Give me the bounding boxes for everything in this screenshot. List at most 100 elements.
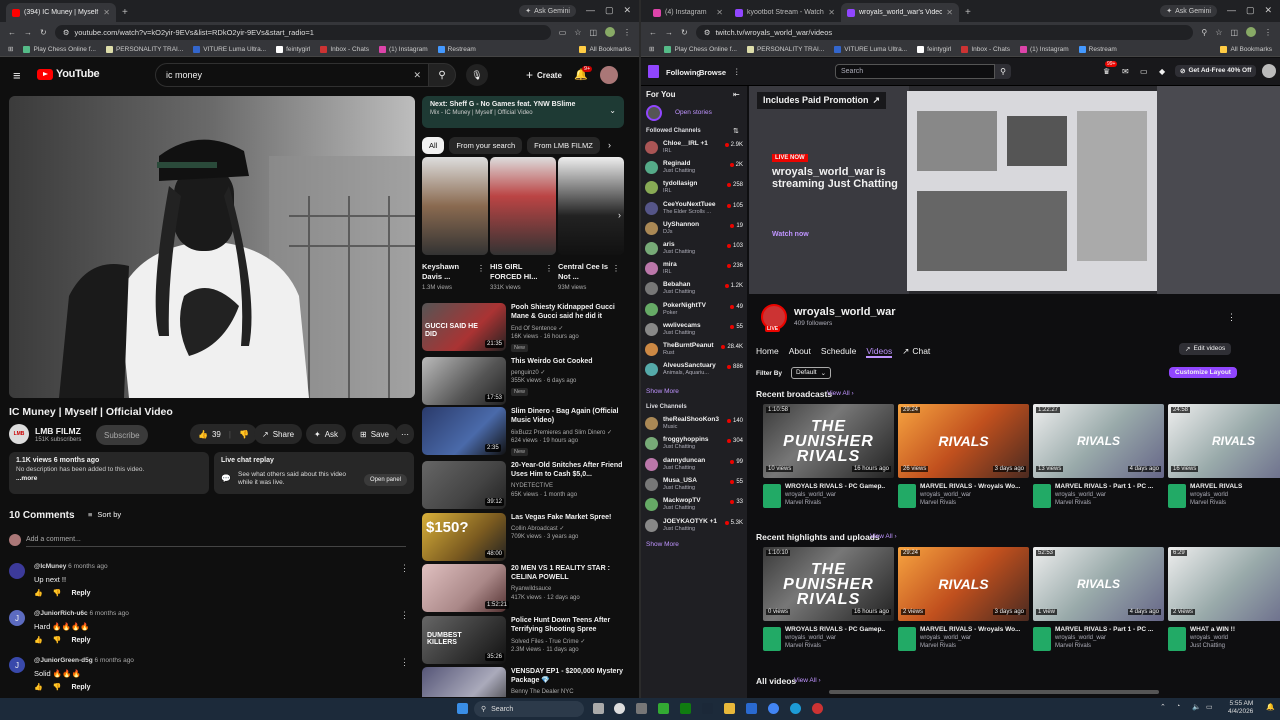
cast-icon[interactable]: ▭ <box>559 28 567 37</box>
commenter-avatar[interactable] <box>9 563 25 579</box>
bookmark-item[interactable]: (1) Instagram <box>1020 45 1069 53</box>
forward-icon[interactable]: → <box>24 28 32 37</box>
hamburger-menu-icon[interactable]: ≡ <box>13 68 21 83</box>
channel-avatar[interactable]: LMB <box>9 424 29 444</box>
maximize-icon[interactable]: ▢ <box>1246 5 1255 17</box>
bookmark-item[interactable]: PERSONALITY TRAI... <box>746 45 824 53</box>
bookmark-star-icon[interactable]: ☆ <box>574 28 581 37</box>
channel-banner[interactable]: Includes Paid Promotion ↗ LIVE NOW wroyal… <box>749 86 1280 294</box>
twitch-search-button[interactable]: ⚲ <box>995 64 1011 79</box>
media-player-icon[interactable] <box>658 703 669 714</box>
volume-icon[interactable]: 🔈 <box>1192 703 1201 711</box>
new-tab-icon[interactable]: + <box>959 7 977 22</box>
watch-now-link[interactable]: Watch now <box>772 231 809 238</box>
close-tab-icon[interactable]: ✕ <box>103 8 110 17</box>
menu-icon[interactable]: ⋮ <box>1264 28 1272 37</box>
chevron-right-icon[interactable]: › <box>608 140 611 150</box>
description-box[interactable]: 1.1K views 6 months ago No description h… <box>9 452 209 494</box>
commenter-name[interactable]: @JuniorRich-u6c <box>34 610 88 617</box>
thumbs-down-icon[interactable]: 👎 <box>53 683 62 691</box>
ask-button[interactable]: ✦ Ask <box>306 424 347 444</box>
game-box-art[interactable] <box>1033 484 1051 508</box>
channel-menu-icon[interactable]: ⋮ <box>1227 312 1236 323</box>
open-stories-link[interactable]: Open stories <box>675 109 712 116</box>
profile-icon[interactable] <box>605 27 615 37</box>
followed-channel-item[interactable]: PokerNightTV Poker 49 <box>645 302 745 322</box>
video-player[interactable] <box>9 96 415 398</box>
stories-avatar[interactable] <box>646 105 662 121</box>
obs-icon[interactable] <box>614 703 625 714</box>
followed-channel-item[interactable]: AlveusSanctuary Animals, Aquariu... 886 <box>645 362 745 382</box>
show-more-live[interactable]: Show More <box>646 541 679 548</box>
sort-icon[interactable]: ⇅ <box>733 127 739 135</box>
bookmark-item[interactable]: Restream <box>437 45 476 53</box>
thumbs-up-icon[interactable]: 👍 <box>34 683 43 691</box>
steam-icon[interactable] <box>702 703 713 714</box>
search-input[interactable]: ic money ✕ <box>155 63 430 87</box>
recommended-video[interactable]: 17:53 This Weirdo Got Cooked penguinz0 ✓… <box>422 357 634 411</box>
clear-search-icon[interactable]: ✕ <box>413 70 421 81</box>
add-comment-input[interactable]: Add a comment... <box>26 536 406 547</box>
view-all-highlights[interactable]: View All › <box>870 533 897 540</box>
tab-youtube[interactable]: (394) IC Muney | Myself | Offici... ✕ <box>6 3 116 22</box>
bookmark-item[interactable]: Inbox - Chats <box>961 45 1010 53</box>
followed-channel-item[interactable]: TheBurntPeanut Rust 28.4K <box>645 342 745 362</box>
close-window-icon[interactable]: ✕ <box>1264 5 1272 17</box>
network-icon[interactable]: ◔ <box>1176 703 1180 710</box>
account-avatar[interactable] <box>600 66 618 84</box>
recommended-video[interactable]: GUCCI SAID HE DID 21:35 Pooh Shiesty Kid… <box>422 303 634 357</box>
recommended-video[interactable]: DUMBEST KILLERS 35:26 Police Hunt Down T… <box>422 616 634 670</box>
commenter-avatar[interactable]: J <box>9 657 25 673</box>
get-ad-free-button[interactable]: ⊘ Get Ad-Free 40% Off <box>1175 65 1257 77</box>
extensions-icon[interactable]: ◫ <box>1230 28 1238 37</box>
bookmark-star-icon[interactable]: ☆ <box>1215 28 1222 37</box>
followed-channel-item[interactable]: Chloe__IRL +1 IRL 2.9K <box>645 140 745 160</box>
followed-channel-item[interactable]: tydollasign IRL 258 <box>645 180 745 200</box>
sort-by-button[interactable]: ≡ Sort by <box>88 510 121 519</box>
reload-icon[interactable]: ↻ <box>681 28 688 37</box>
game-box-art[interactable] <box>1168 627 1186 651</box>
edit-videos-button[interactable]: ↗ Edit videos <box>1179 343 1232 355</box>
close-tab-icon[interactable]: ✕ <box>828 8 835 17</box>
short-thumbnail[interactable] <box>490 157 556 255</box>
short-title[interactable]: Keyshawn Davis ... <box>422 262 477 282</box>
followed-channel-item[interactable]: Reginald Just Chatting 2K <box>645 160 745 180</box>
live-channel-item[interactable]: JOEYKAOTYK +1 Just Chatting 5.3K <box>645 518 745 538</box>
windows-start-icon[interactable] <box>457 703 468 714</box>
next-mix-panel[interactable]: Next: Sheff G - No Games feat. YNW BSlim… <box>422 96 624 128</box>
tray-chevron-icon[interactable]: ⌃ <box>1160 703 1166 711</box>
share-button[interactable]: ↗ Share <box>254 424 303 444</box>
short-menu-icon[interactable]: ⋮ <box>545 264 553 273</box>
apps-icon[interactable]: ⊞ <box>8 45 13 53</box>
shorts-next-icon[interactable]: › <box>618 210 621 220</box>
comment-menu-icon[interactable]: ⋮ <box>400 610 409 621</box>
battery-icon[interactable]: ▭ <box>1206 703 1213 711</box>
close-tab-icon[interactable]: ✕ <box>946 8 953 17</box>
recommended-video[interactable]: 1:52:21 20 MEN VS 1 REALITY STAR : CELIN… <box>422 564 634 618</box>
recommended-video[interactable]: 39:12 20-Year-Old Snitches After Friend … <box>422 461 634 515</box>
filter-select[interactable]: Default ⌄ <box>791 367 832 379</box>
bits-icon[interactable]: ◆ <box>1159 67 1165 76</box>
minimize-icon[interactable]: — <box>586 5 595 17</box>
recommended-video[interactable]: 2:35 Slim Dinero - Bag Again (Official M… <box>422 407 634 461</box>
file-explorer-icon[interactable] <box>724 703 735 714</box>
inbox-icon[interactable]: ✉ <box>1122 67 1129 76</box>
commenter-avatar[interactable]: J <box>9 610 25 626</box>
url-field[interactable]: ⚙ youtube.com/watch?v=kO2yir-9EVs&list=RD… <box>54 24 551 40</box>
game-box-art[interactable] <box>763 484 781 508</box>
more-actions-button[interactable]: ⋯ <box>396 424 414 444</box>
voice-search-button[interactable]: 🎙 <box>466 64 488 86</box>
view-all-broadcasts[interactable]: View All › <box>827 390 854 397</box>
new-tab-icon[interactable]: + <box>116 7 134 22</box>
tab-kyootbot-stream[interactable]: kyootbot Stream - Watch Live ... ✕ <box>729 3 841 22</box>
description-more[interactable]: ...more <box>16 475 202 482</box>
twitch-search-input[interactable]: Search <box>835 64 995 79</box>
thumbs-down-icon[interactable]: 👎 <box>239 430 249 439</box>
bookmark-item[interactable]: Inbox - Chats <box>320 45 369 53</box>
followed-channel-item[interactable]: CeeYouNextTuee The Elder Scrolls ... 105 <box>645 201 745 221</box>
create-button[interactable]: + Create <box>518 65 570 85</box>
nav-following[interactable]: Following <box>666 68 701 77</box>
view-all-videos[interactable]: View All › <box>794 677 821 684</box>
thumbs-up-icon[interactable]: 👍 <box>34 589 43 597</box>
whispers-icon[interactable]: ▭ <box>1140 67 1148 76</box>
